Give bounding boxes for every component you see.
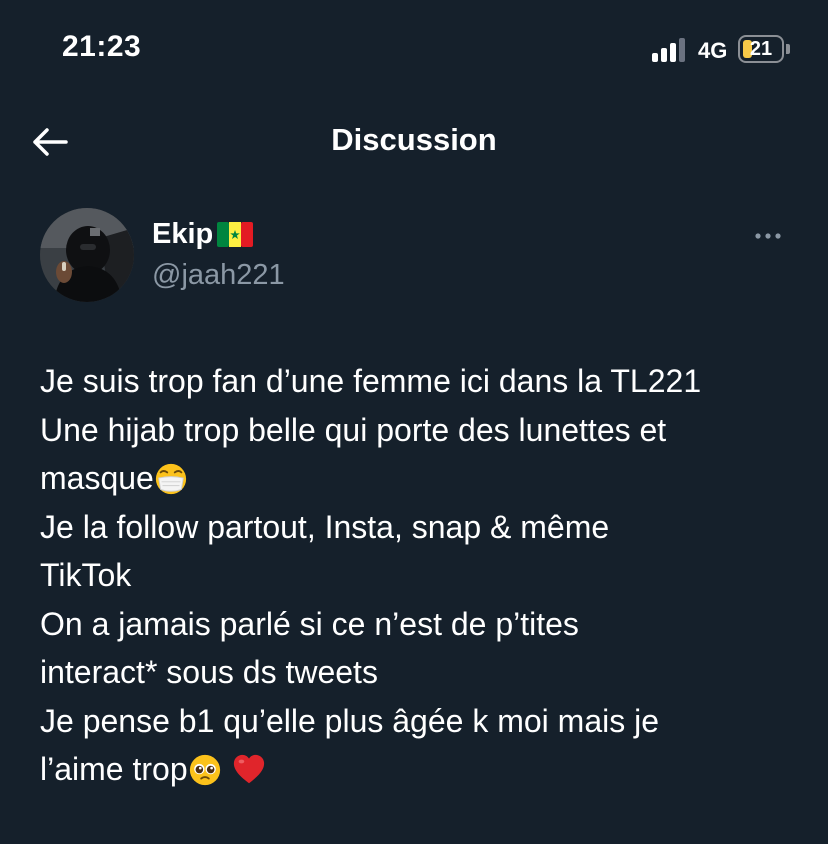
- senegal-flag-icon: [217, 222, 254, 247]
- page-title: Discussion: [331, 122, 497, 157]
- tweet-text: Je suis trop fan d’une femme ici dans la…: [40, 357, 800, 794]
- author-handle[interactable]: @jaah221: [152, 259, 285, 292]
- author-name-row[interactable]: Ekip: [152, 218, 254, 251]
- tweet-line-text: l’aime trop: [40, 751, 188, 787]
- face-with-medical-mask-emoji: [155, 463, 186, 495]
- tweet-line-text: masque: [40, 460, 154, 496]
- pleading-face-emoji: [189, 754, 220, 786]
- tweet-line: Je pense b1 qu’elle plus âgée k moi mais…: [40, 702, 660, 739]
- tweet-line: Je suis trop fan d’une femme ici dans la…: [40, 363, 702, 399]
- battery-level: 21: [749, 38, 773, 60]
- cellular-signal-icon: [652, 38, 688, 62]
- tweet-line: On a jamais parlé si ce n’est de p’tites: [40, 605, 579, 642]
- tweet-line: TikTok: [40, 557, 132, 593]
- more-horizontal-icon: [755, 233, 781, 239]
- avatar-image: [40, 208, 134, 302]
- tweet-line-with-emoji: l’aime trop: [40, 745, 800, 794]
- battery-cap: [786, 44, 790, 54]
- tweet-line: Je la follow partout, Insta, snap & même: [40, 508, 610, 545]
- tweet-line: Une hijab trop belle qui porte des lunet…: [40, 411, 667, 448]
- network-type: 4G: [698, 38, 728, 63]
- status-time: 21:23: [62, 30, 142, 63]
- avatar[interactable]: [40, 208, 134, 302]
- battery-icon: 21: [738, 35, 784, 63]
- status-bar: 21:23 4G 21: [0, 0, 828, 100]
- tweet-line: interact* sous ds tweets: [40, 654, 378, 690]
- tweet-line-with-emoji: masque: [40, 454, 800, 503]
- header: Discussion: [0, 100, 828, 180]
- display-name[interactable]: Ekip: [152, 218, 213, 251]
- more-button[interactable]: [752, 224, 788, 248]
- red-heart-emoji: [233, 754, 264, 784]
